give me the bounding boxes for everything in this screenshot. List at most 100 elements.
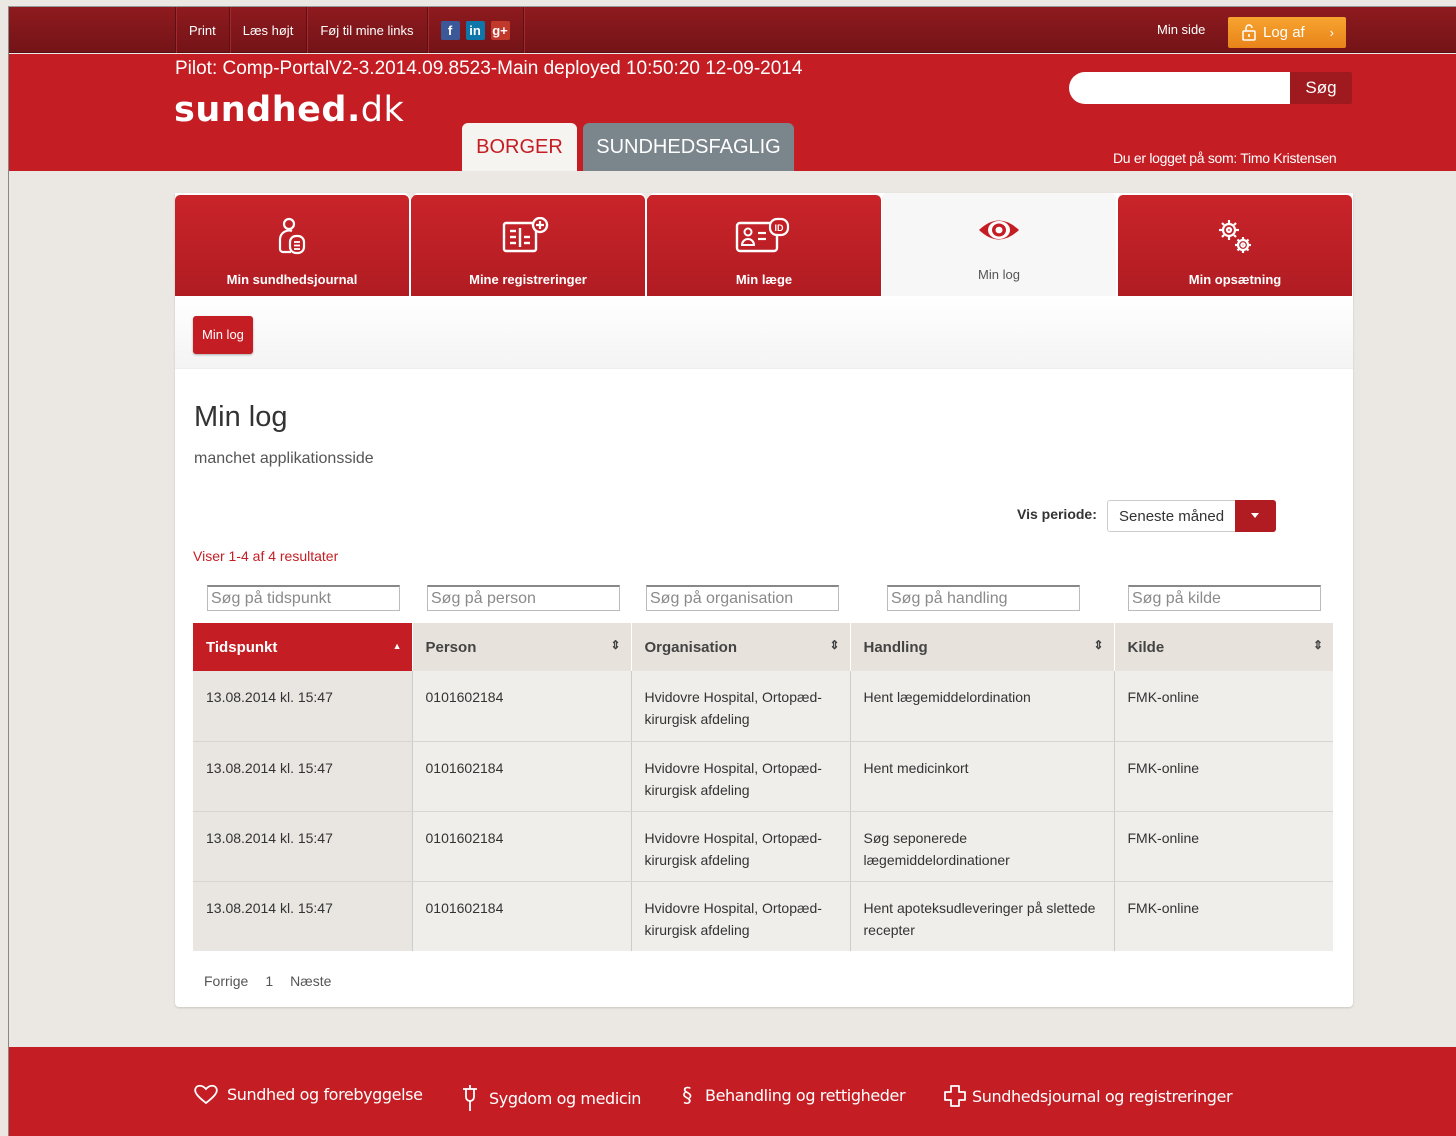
sort-ascending-icon: ▲	[392, 641, 402, 651]
site-header: Pilot: Comp-PortalV2-3.2014.09.8523-Main…	[9, 54, 1456, 171]
table-row: 13.08.2014 kl. 15:47 0101602184 Hvidovre…	[193, 811, 1333, 882]
logout-button[interactable]: Log af ›	[1228, 17, 1346, 48]
table-row: 13.08.2014 kl. 15:47 0101602184 Hvidovre…	[193, 741, 1333, 812]
cell-handling: Hent apoteksudleveringer på slettede rec…	[850, 881, 1115, 951]
eye-icon	[882, 215, 1116, 255]
table-row: 13.08.2014 kl. 15:47 0101602184 Hvidovre…	[193, 671, 1333, 742]
table-row: 13.08.2014 kl. 15:47 0101602184 Hvidovre…	[193, 881, 1333, 951]
footer-link-label: Behandling og rettigheder	[705, 1085, 906, 1105]
page-number-link[interactable]: 1	[261, 973, 277, 989]
footer-link-label: Sundhed og forebyggelse	[227, 1084, 423, 1104]
footer-link-behandling-og-rettigheder[interactable]: § Behandling og rettigheder	[677, 1083, 905, 1107]
tab-borger[interactable]: BORGER	[462, 123, 577, 171]
nav-tab-label: Min sundhedsjournal	[226, 272, 358, 287]
column-header-organisation[interactable]: Organisation ⇕	[631, 623, 851, 671]
paragraph-icon: §	[682, 1083, 692, 1107]
cell-kilde: FMK-online	[1114, 881, 1333, 951]
sort-icon: ⇕	[610, 638, 621, 652]
divider	[522, 7, 524, 53]
pagination: Forrige 1 Næste	[204, 973, 331, 989]
linkedin-icon[interactable]: in	[465, 20, 485, 40]
read-aloud-link[interactable]: Læs højt	[230, 23, 307, 38]
tab-sundhedsfaglig[interactable]: SUNDHEDSFAGLIG	[583, 123, 794, 171]
nav-tab-min-log[interactable]: Min log	[882, 193, 1116, 296]
nav-tab-min-opsaetning[interactable]: Min opsætning	[1118, 195, 1352, 296]
breadcrumb-item-min-log[interactable]: Min log	[193, 316, 253, 354]
google-plus-icon[interactable]: g+	[490, 20, 510, 40]
cross-icon	[942, 1083, 968, 1109]
footer-link-sundhed-og-forebyggelse[interactable]: Sundhed og forebyggelse	[193, 1083, 423, 1105]
chevron-down-icon[interactable]	[1235, 500, 1276, 532]
filter-tidspunkt-input[interactable]	[207, 585, 400, 611]
section-nav: Min sundhedsjournal Mine registreringer …	[175, 193, 1353, 296]
chevron-right-icon: ›	[1329, 25, 1334, 40]
column-header-label: Handling	[863, 638, 928, 656]
padlock-icon	[1242, 24, 1256, 41]
cell-tidspunkt: 13.08.2014 kl. 15:47	[193, 741, 413, 812]
table-header-row: Tidspunkt ▲ Person ⇕ Organisation ⇕ Handlin…	[193, 623, 1333, 671]
nav-tab-label: Min log	[978, 267, 1020, 282]
column-header-tidspunkt[interactable]: Tidspunkt ▲	[193, 623, 413, 671]
logo-dot: .	[346, 90, 361, 130]
cell-organisation: Hvidovre Hospital, Ortopæd-kirurgisk afd…	[631, 671, 851, 742]
filter-organisation-input[interactable]	[646, 585, 839, 611]
cell-handling: Søg seponerede lægemiddelordinationer	[850, 811, 1115, 882]
page-title: Min log	[194, 401, 288, 433]
thermometer-icon	[459, 1083, 481, 1113]
deploy-info: Pilot: Comp-PortalV2-3.2014.09.8523-Main…	[175, 58, 803, 79]
logged-in-user: Du er logget på som: Timo Kristensen	[1113, 150, 1337, 166]
filter-person-input[interactable]	[427, 585, 620, 611]
cell-kilde: FMK-online	[1114, 741, 1333, 812]
cell-organisation: Hvidovre Hospital, Ortopæd-kirurgisk afd…	[631, 811, 851, 882]
footer-link-sundhedsjournal-og-registreringer[interactable]: Sundhedsjournal og registreringer	[942, 1083, 1233, 1109]
footer-link-sygdom-og-medicin[interactable]: Sygdom og medicin	[459, 1083, 641, 1113]
column-header-handling[interactable]: Handling ⇕	[850, 623, 1115, 671]
site-footer: Sundhed og forebyggelse Sygdom og medici…	[9, 1047, 1456, 1136]
filter-handling-input[interactable]	[887, 585, 1080, 611]
sort-icon: ⇕	[1312, 638, 1323, 652]
logo-tld: dk	[360, 90, 405, 130]
browser-viewport: Print Læs højt Føj til mine links f in g…	[8, 6, 1456, 1136]
filter-kilde-input[interactable]	[1128, 585, 1321, 611]
cell-organisation: Hvidovre Hospital, Ortopæd-kirurgisk afd…	[631, 741, 851, 812]
my-page-link[interactable]: Min side	[1157, 7, 1205, 53]
period-select[interactable]: Seneste måned	[1107, 500, 1276, 532]
gears-icon	[1118, 217, 1352, 257]
search-button[interactable]: Søg	[1290, 72, 1352, 104]
column-header-label: Organisation	[644, 638, 738, 656]
result-count: Viser 1-4 af 4 resultater	[193, 548, 339, 564]
cell-person: 0101602184	[412, 811, 632, 882]
svg-text:ID: ID	[775, 223, 785, 233]
site-logo[interactable]: sundhed.dk	[174, 90, 404, 130]
cell-person: 0101602184	[412, 881, 632, 951]
nav-tab-label: Mine registreringer	[469, 272, 587, 287]
nav-tab-min-laege[interactable]: ID Min læge	[647, 195, 881, 296]
sort-icon: ⇕	[1093, 638, 1104, 652]
person-document-icon	[175, 217, 409, 257]
site-search-input[interactable]	[1069, 72, 1291, 104]
previous-page-link[interactable]: Forrige	[204, 973, 248, 989]
cell-tidspunkt: 13.08.2014 kl. 15:47	[193, 671, 413, 742]
next-page-link[interactable]: Næste	[290, 973, 331, 989]
nav-tab-mine-registreringer[interactable]: Mine registreringer	[411, 195, 645, 296]
facebook-icon[interactable]: f	[440, 20, 460, 40]
main-content-card: Min sundhedsjournal Mine registreringer …	[175, 193, 1353, 1007]
column-header-kilde[interactable]: Kilde ⇕	[1114, 623, 1333, 671]
nav-tab-label: Min opsætning	[1188, 272, 1282, 287]
footer-link-label: Sundhedsjournal og registreringer	[972, 1086, 1233, 1106]
tab-notch	[406, 193, 416, 199]
add-to-my-links-link[interactable]: Føj til mine links	[307, 23, 426, 38]
cell-handling: Hent medicinkort	[850, 741, 1115, 812]
print-link[interactable]: Print	[176, 23, 229, 38]
cell-person: 0101602184	[412, 671, 632, 742]
column-header-person[interactable]: Person ⇕	[412, 623, 632, 671]
utility-bar: Print Læs højt Føj til mine links f in g…	[9, 7, 1456, 53]
heart-icon	[193, 1083, 219, 1105]
period-label: Vis periode:	[1017, 506, 1097, 522]
nav-tab-min-sundhedsjournal[interactable]: Min sundhedsjournal	[175, 195, 409, 296]
cell-kilde: FMK-online	[1114, 671, 1333, 742]
breadcrumb: Min log	[175, 296, 1353, 369]
tab-notch	[642, 193, 652, 199]
column-header-label: Tidspunkt	[206, 638, 278, 656]
nav-tab-label: Min læge	[735, 272, 793, 287]
